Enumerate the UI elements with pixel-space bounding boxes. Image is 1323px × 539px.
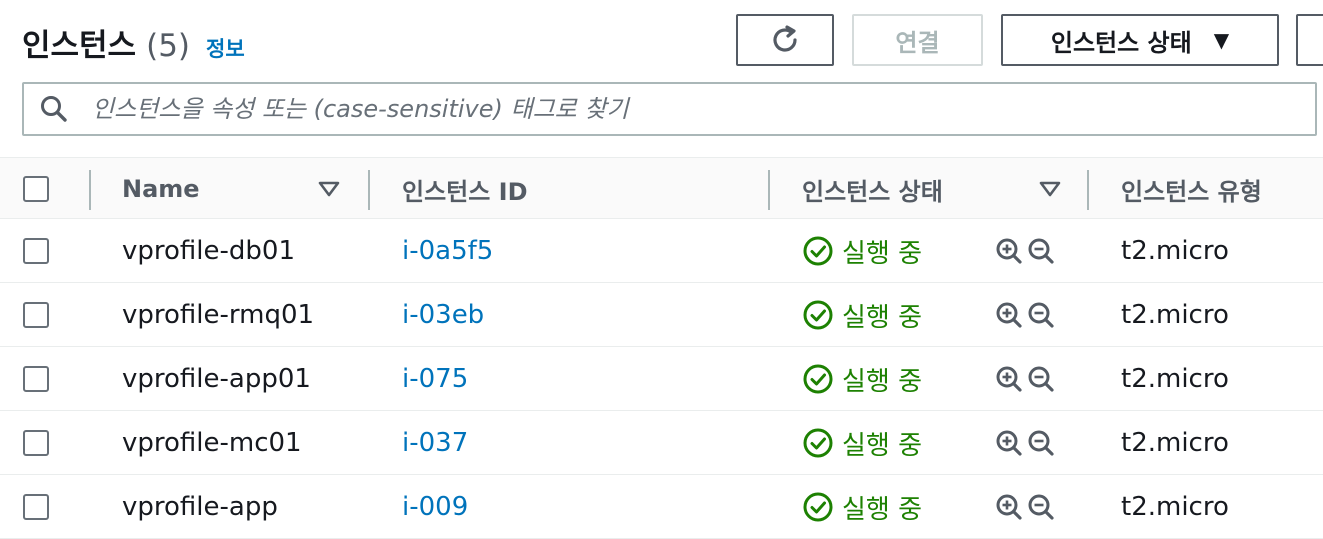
zoom-in-icon[interactable] xyxy=(994,364,1024,394)
zoom-in-icon[interactable] xyxy=(994,428,1024,458)
table-row[interactable]: vprofile-app i-009 실행 중 t2.micro xyxy=(0,475,1323,539)
table-header: Name 인스턴스 ID 인스턴스 상태 인스턴스 유형 xyxy=(0,157,1323,219)
instance-status: 실행 중 xyxy=(802,347,922,411)
table-row[interactable]: vprofile-db01 i-0a5f5 실행 중 t2.micro xyxy=(0,219,1323,283)
status-text: 실행 중 xyxy=(842,430,923,461)
instance-status: 실행 중 xyxy=(802,411,922,475)
select-all-checkbox[interactable] xyxy=(23,176,49,202)
refresh-icon xyxy=(773,25,797,52)
table-row[interactable]: vprofile-app01 i-075 실행 중 t2.micro xyxy=(0,347,1323,411)
table-row[interactable]: vprofile-mc01 i-037 실행 중 t2.micro xyxy=(0,411,1323,475)
table-body: vprofile-db01 i-0a5f5 실행 중 t2.micro vpro… xyxy=(0,219,1323,539)
column-header-instance-id[interactable]: 인스턴스 ID xyxy=(402,158,528,220)
column-divider xyxy=(768,170,770,210)
zoom-in-icon[interactable] xyxy=(994,300,1024,330)
search-bar[interactable] xyxy=(22,82,1317,136)
instance-id-link[interactable]: i-0a5f5 xyxy=(402,219,493,283)
sort-caret-icon[interactable] xyxy=(318,158,340,220)
search-icon xyxy=(41,96,67,122)
check-circle-icon xyxy=(803,364,833,394)
zoom-out-icon[interactable] xyxy=(1026,236,1056,266)
column-divider xyxy=(1087,170,1089,210)
zoom-controls xyxy=(994,411,1056,475)
page-title-text: 인스턴스 xyxy=(22,28,137,64)
instance-type: t2.micro xyxy=(1121,300,1229,330)
instance-name: vprofile-app xyxy=(122,492,278,522)
instances-header: 인스턴스 (5) 정보 연결 인스턴스 상태 ▼ xyxy=(0,0,1323,76)
instance-name: vprofile-app01 xyxy=(122,364,311,394)
instance-id-link[interactable]: i-03eb xyxy=(402,283,484,347)
instance-type: t2.micro xyxy=(1121,492,1229,522)
zoom-out-icon[interactable] xyxy=(1026,300,1056,330)
column-header-instance-state[interactable]: 인스턴스 상태 xyxy=(802,158,943,220)
zoom-out-icon[interactable] xyxy=(1026,428,1056,458)
zoom-controls xyxy=(994,475,1056,539)
instance-name: vprofile-rmq01 xyxy=(122,300,315,330)
instance-state-dropdown-label: 인스턴스 상태 xyxy=(1050,28,1192,57)
ec2-instances-page: 인스턴스 (5) 정보 연결 인스턴스 상태 ▼ Name xyxy=(0,0,1323,539)
zoom-out-icon[interactable] xyxy=(1026,364,1056,394)
instance-type: t2.micro xyxy=(1121,428,1229,458)
table-row[interactable]: vprofile-rmq01 i-03eb 실행 중 t2.micro xyxy=(0,283,1323,347)
instance-id-link[interactable]: i-037 xyxy=(402,411,468,475)
instance-name: vprofile-db01 xyxy=(122,236,295,266)
instance-id-link[interactable]: i-009 xyxy=(402,475,468,539)
status-text: 실행 중 xyxy=(842,238,923,269)
sort-caret-icon[interactable] xyxy=(1039,158,1061,220)
zoom-controls xyxy=(994,219,1056,283)
zoom-in-icon[interactable] xyxy=(994,492,1024,522)
column-header-name[interactable]: Name xyxy=(122,158,200,220)
refresh-button[interactable] xyxy=(736,14,834,66)
column-header-instance-type[interactable]: 인스턴스 유형 xyxy=(1121,158,1262,220)
instance-status: 실행 중 xyxy=(802,475,922,539)
row-checkbox[interactable] xyxy=(23,366,49,392)
status-text: 실행 중 xyxy=(842,302,923,333)
instance-type: t2.micro xyxy=(1121,364,1229,394)
instances-table: Name 인스턴스 ID 인스턴스 상태 인스턴스 유형 vprofile-db… xyxy=(0,157,1323,539)
instance-count: (5) xyxy=(146,28,191,64)
instance-type: t2.micro xyxy=(1121,236,1229,266)
instance-name: vprofile-mc01 xyxy=(122,428,302,458)
check-circle-icon xyxy=(803,492,833,522)
row-checkbox[interactable] xyxy=(23,494,49,520)
search-input[interactable] xyxy=(90,94,1274,124)
instance-id-link[interactable]: i-075 xyxy=(402,347,468,411)
column-divider xyxy=(89,170,91,210)
zoom-out-icon[interactable] xyxy=(1026,492,1056,522)
instance-status: 실행 중 xyxy=(802,219,922,283)
status-text: 실행 중 xyxy=(842,366,923,397)
row-checkbox[interactable] xyxy=(23,238,49,264)
instance-status: 실행 중 xyxy=(802,283,922,347)
row-checkbox[interactable] xyxy=(23,430,49,456)
page-title: 인스턴스 (5) 정보 xyxy=(22,20,245,65)
status-text: 실행 중 xyxy=(842,494,923,525)
actions-button[interactable] xyxy=(1296,14,1323,66)
zoom-in-icon[interactable] xyxy=(994,236,1024,266)
zoom-controls xyxy=(994,347,1056,411)
connect-button[interactable]: 연결 xyxy=(852,14,983,66)
check-circle-icon xyxy=(803,300,833,330)
zoom-controls xyxy=(994,283,1056,347)
instance-state-dropdown[interactable]: 인스턴스 상태 ▼ xyxy=(1001,14,1279,66)
row-checkbox[interactable] xyxy=(23,302,49,328)
info-link[interactable]: 정보 xyxy=(206,33,245,63)
check-circle-icon xyxy=(803,236,833,266)
check-circle-icon xyxy=(803,428,833,458)
column-divider xyxy=(368,170,370,210)
caret-down-icon: ▼ xyxy=(1213,28,1230,52)
